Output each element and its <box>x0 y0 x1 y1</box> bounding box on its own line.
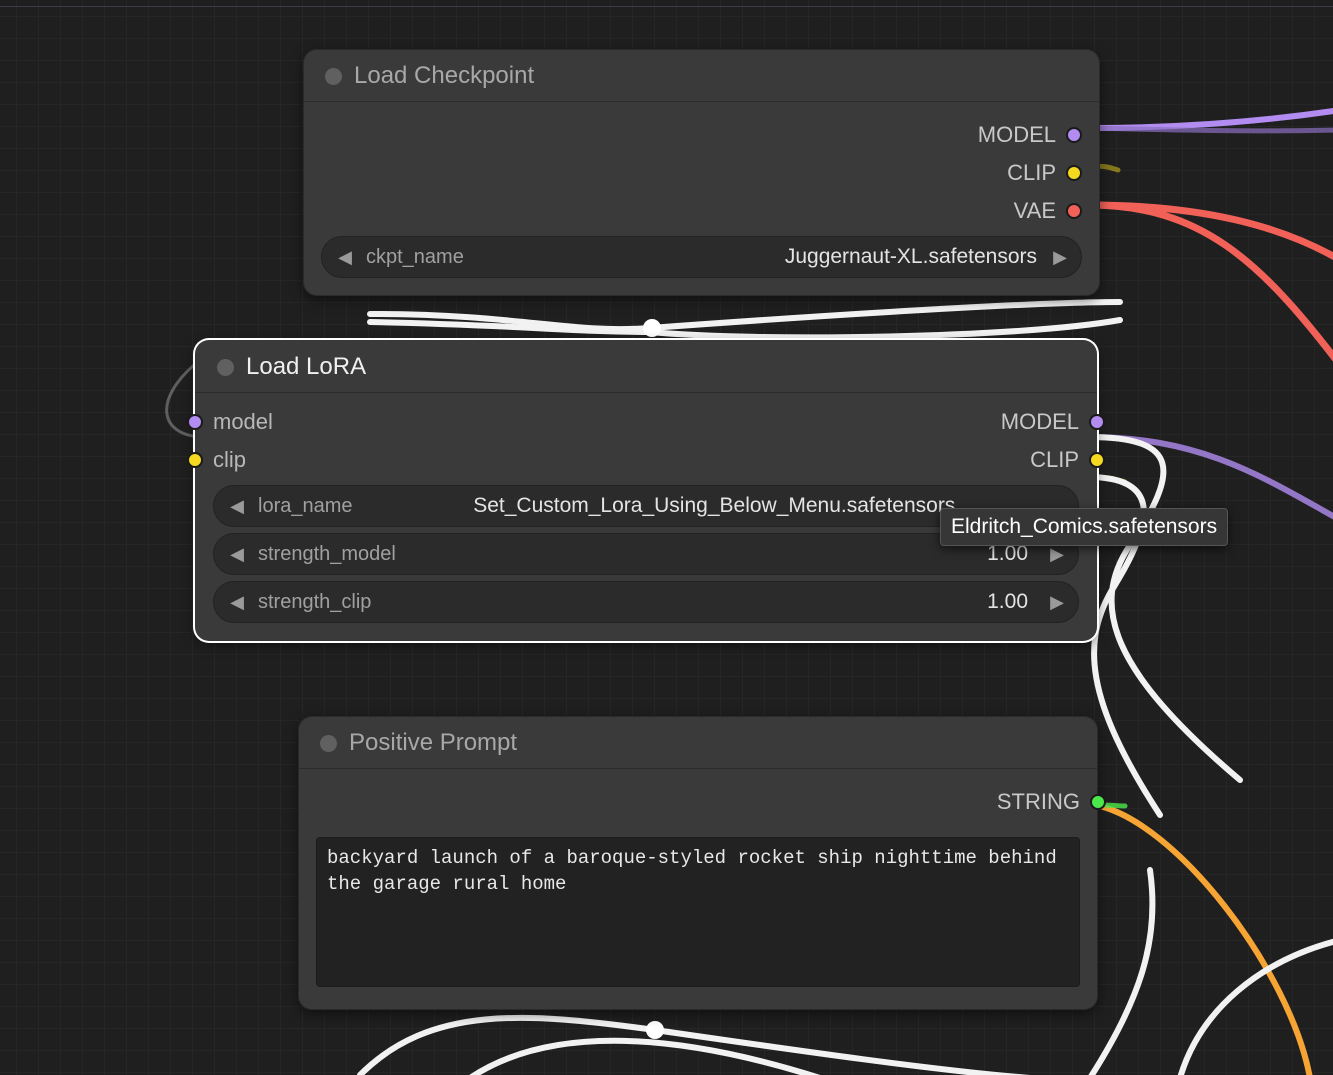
output-port-model[interactable] <box>1089 414 1105 430</box>
chevron-left-icon[interactable]: ◀ <box>228 544 246 565</box>
collapse-dot-icon[interactable] <box>217 359 234 376</box>
node-positive-prompt[interactable]: Positive Prompt STRING <box>298 716 1098 1010</box>
widget-label: ckpt_name <box>366 246 464 269</box>
collapse-dot-icon[interactable] <box>320 735 337 752</box>
output-row-clip: CLIP <box>321 154 1082 192</box>
chevron-left-icon[interactable]: ◀ <box>336 247 354 268</box>
output-label-clip: CLIP <box>1030 447 1079 473</box>
output-port-string[interactable] <box>1090 794 1106 810</box>
node-load-checkpoint[interactable]: Load Checkpoint MODEL CLIP VAE <box>303 49 1100 296</box>
output-row-model: MODEL <box>321 116 1082 154</box>
node-graph-canvas[interactable]: Load Checkpoint MODEL CLIP VAE <box>0 0 1333 1075</box>
chevron-left-icon[interactable]: ◀ <box>228 496 246 517</box>
node-header[interactable]: Positive Prompt <box>298 716 1098 769</box>
output-port-vae[interactable] <box>1066 203 1082 219</box>
output-port-clip[interactable] <box>1066 165 1082 181</box>
widget-strength-clip[interactable]: ◀ strength_clip 1.00 ▶ <box>213 581 1079 623</box>
tooltip: Eldritch_Comics.safetensors <box>940 508 1228 546</box>
chevron-left-icon[interactable]: ◀ <box>228 592 246 613</box>
collapse-dot-icon[interactable] <box>325 68 342 85</box>
output-port-model[interactable] <box>1066 127 1082 143</box>
input-port-clip[interactable] <box>187 452 203 468</box>
input-label-model: model <box>213 409 273 435</box>
input-label-clip: clip <box>213 447 246 473</box>
tooltip-text: Eldritch_Comics.safetensors <box>951 515 1217 538</box>
output-row-vae: VAE <box>321 192 1082 230</box>
node-title: Load LoRA <box>246 353 366 381</box>
output-label-model: MODEL <box>978 122 1056 148</box>
output-label-vae: VAE <box>1014 198 1056 224</box>
output-row-string: STRING <box>316 783 1080 821</box>
widget-value: 1.00 <box>408 542 1034 566</box>
widget-label: lora_name <box>258 495 353 518</box>
chevron-right-icon[interactable]: ▶ <box>1049 247 1067 268</box>
output-port-clip[interactable] <box>1089 452 1105 468</box>
widget-value: Juggernaut-XL.safetensors <box>476 245 1037 269</box>
input-port-model[interactable] <box>187 414 203 430</box>
top-divider <box>0 6 1333 7</box>
output-label-model: MODEL <box>1001 409 1079 435</box>
node-load-lora[interactable]: Load LoRA model MODEL clip CLIP <box>195 340 1097 641</box>
widget-label: strength_model <box>258 543 396 566</box>
output-label-clip: CLIP <box>1007 160 1056 186</box>
node-title: Load Checkpoint <box>354 62 534 90</box>
output-label-string: STRING <box>997 789 1080 815</box>
node-header[interactable]: Load Checkpoint <box>303 49 1100 102</box>
widget-value: 1.00 <box>383 590 1034 614</box>
chevron-right-icon[interactable]: ▶ <box>1046 544 1064 565</box>
widget-label: strength_clip <box>258 591 371 614</box>
prompt-textarea[interactable] <box>316 837 1080 987</box>
node-header[interactable]: Load LoRA <box>195 340 1097 393</box>
node-title: Positive Prompt <box>349 729 517 757</box>
widget-ckpt-name[interactable]: ◀ ckpt_name Juggernaut-XL.safetensors ▶ <box>321 236 1082 278</box>
chevron-right-icon[interactable]: ▶ <box>1046 592 1064 613</box>
